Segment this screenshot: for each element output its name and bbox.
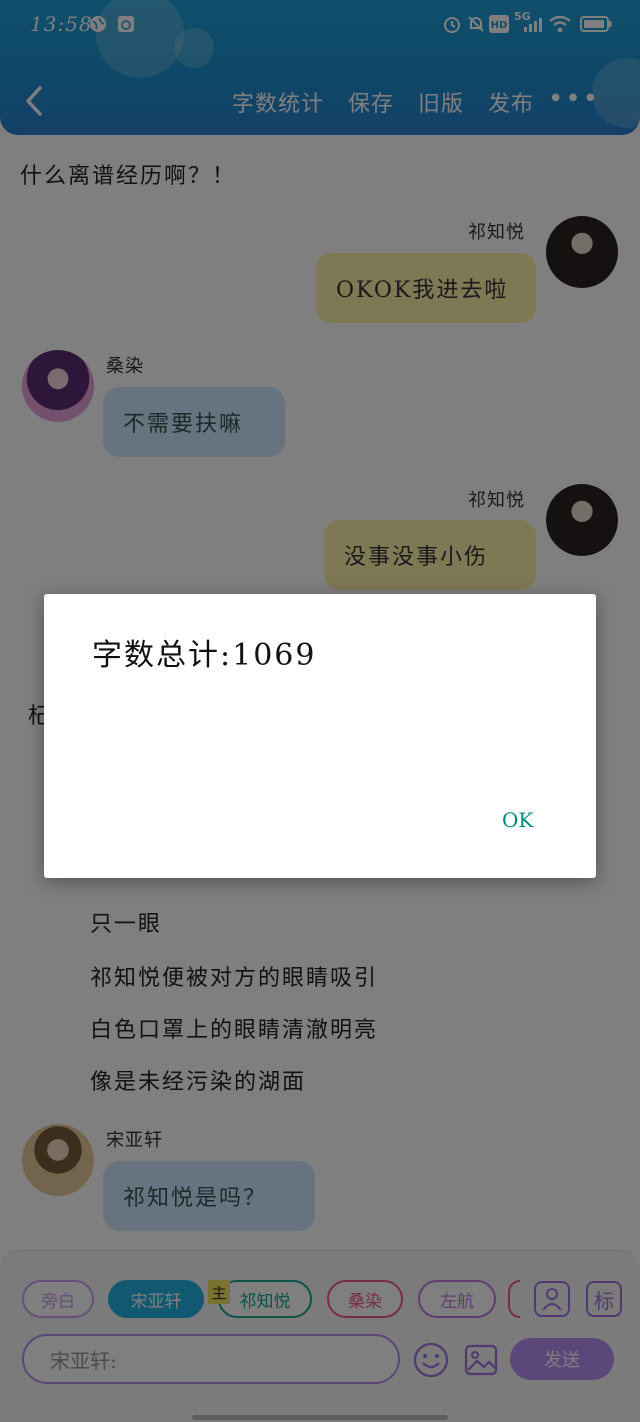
word-count-dialog: 字数总计:1069 OK — [44, 594, 596, 878]
ok-button[interactable]: OK — [502, 808, 533, 832]
word-count-text: 字数总计:1069 — [92, 638, 317, 673]
